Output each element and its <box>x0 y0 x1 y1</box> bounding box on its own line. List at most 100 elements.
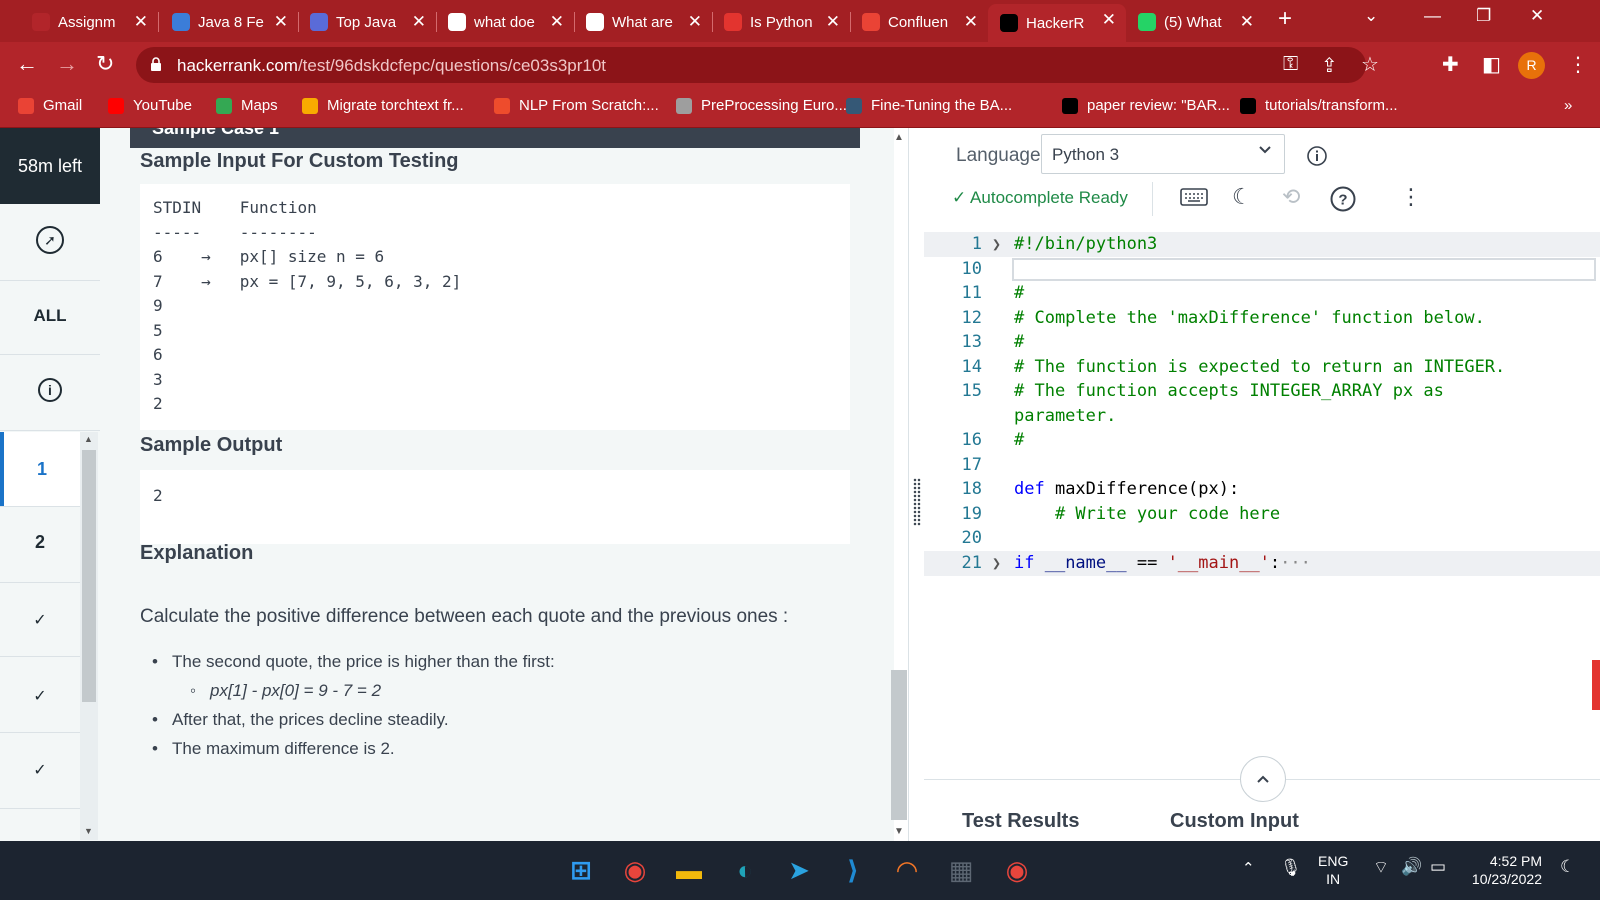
code-line[interactable]: 12 # Complete the 'maxDifference' functio… <box>924 306 1600 331</box>
forward-icon[interactable]: → <box>56 51 78 77</box>
notifications-icon[interactable]: ☾ <box>1560 857 1575 877</box>
fold-chevron-icon[interactable]: ❯ <box>992 232 1001 257</box>
jupyter-icon[interactable]: ◠ <box>890 853 924 887</box>
close-window-button[interactable]: ✕ <box>1530 6 1544 26</box>
close-tab-icon[interactable]: ✕ <box>412 12 426 32</box>
close-tab-icon[interactable]: ✕ <box>688 12 702 32</box>
back-icon[interactable]: ← <box>16 51 38 77</box>
code-area[interactable]: 1 ❯ #!/bin/python3 10 11 #12 # Complete the 'm… <box>924 232 1600 622</box>
tab-1[interactable]: Java 8 Fe ✕ <box>160 6 298 38</box>
bookmark-item[interactable]: Migrate torchtext fr... <box>302 97 464 114</box>
wifi-icon[interactable]: ⌔ <box>1373 857 1389 878</box>
more-options-icon[interactable]: ⋮ <box>1400 184 1422 210</box>
info-icon[interactable]: i <box>0 378 100 402</box>
code-line[interactable]: 15 # The function accepts INTEGER_ARRAY p… <box>924 379 1600 404</box>
bookmark-item[interactable]: Gmail <box>18 97 82 114</box>
tab-4[interactable]: What are ✕ <box>574 6 712 38</box>
code-line[interactable]: 14 # The function is expected to return a… <box>924 355 1600 380</box>
bookmark-item[interactable]: YouTube <box>108 97 192 114</box>
close-tab-icon[interactable]: ✕ <box>964 12 978 32</box>
question-2-link[interactable]: 2 <box>0 532 80 553</box>
tab-5[interactable]: Is Python ✕ <box>712 6 850 38</box>
code-line[interactable]: parameter. <box>924 404 1600 429</box>
close-tab-icon[interactable]: ✕ <box>826 12 840 32</box>
scroll-up-arrow-icon[interactable]: ▲ <box>894 132 904 143</box>
tab-6[interactable]: Confluen ✕ <box>850 6 988 38</box>
close-tab-icon[interactable]: ✕ <box>1240 12 1254 32</box>
address-bar[interactable]: hackerrank.com/test/96dskdcfepc/question… <box>136 47 1379 83</box>
question-1-link[interactable]: 1 <box>0 432 80 506</box>
code-line[interactable]: 18 def maxDifference(px): <box>924 477 1600 502</box>
tab-0[interactable]: Assignm ✕ <box>20 6 158 38</box>
autocomplete-status[interactable]: ✓ Autocomplete Ready <box>952 188 1128 208</box>
close-tab-icon[interactable]: ✕ <box>134 12 148 32</box>
question-5-check-icon[interactable]: ✓ <box>0 760 80 780</box>
code-line[interactable]: 19 # Write your code here <box>924 502 1600 527</box>
scroll-up-arrow-icon[interactable]: ▲ <box>84 434 93 444</box>
sample-case-header[interactable]: Sample Case 1 <box>130 128 860 148</box>
more-bookmarks-button[interactable]: » <box>1564 97 1572 114</box>
all-questions-link[interactable]: ALL <box>0 306 100 326</box>
bookmark-item[interactable]: NLP From Scratch:... <box>494 97 659 114</box>
code-line[interactable]: 16 # <box>924 428 1600 453</box>
question-nav-scroll-thumb[interactable] <box>82 450 96 702</box>
tab-search-icon[interactable]: ⌄ <box>1364 6 1378 26</box>
input-language-indicator[interactable]: ENG IN <box>1318 852 1348 888</box>
windows-start-icon[interactable]: ⊞ <box>564 853 598 887</box>
microphone-icon[interactable]: 🎙 <box>1280 858 1302 878</box>
telegram-icon[interactable]: ➤ <box>782 853 816 887</box>
keyboard-icon[interactable] <box>1180 188 1208 206</box>
bookmark-star-icon[interactable]: ☆ <box>1361 52 1379 77</box>
profile-avatar[interactable]: R <box>1518 52 1545 79</box>
chrome-icon[interactable]: ◉ <box>618 853 652 887</box>
restore-button[interactable]: ❐ <box>1476 6 1491 26</box>
close-tab-icon[interactable]: ✕ <box>1102 10 1116 30</box>
history-icon[interactable]: ⟲ <box>1282 184 1300 210</box>
question-4-check-icon[interactable]: ✓ <box>0 686 80 706</box>
edge-icon[interactable]: ◐ <box>728 853 762 887</box>
code-line[interactable]: 1 ❯ #!/bin/python3 <box>924 232 1600 257</box>
extensions-icon[interactable]: ✚ <box>1442 52 1459 77</box>
key-icon[interactable]: ⚿ <box>1283 53 1298 76</box>
volume-icon[interactable]: 🔊 <box>1401 857 1422 877</box>
info-icon[interactable] <box>1306 145 1328 167</box>
chrome-profile-icon[interactable]: ◉ <box>1000 853 1034 887</box>
code-line[interactable]: 17 <box>924 453 1600 478</box>
calculator-icon[interactable]: ▦ <box>944 853 978 887</box>
scroll-down-arrow-icon[interactable]: ▼ <box>84 826 93 836</box>
tab-2[interactable]: Top Java ✕ <box>298 6 436 38</box>
folded-ellipsis[interactable]: ··· <box>1280 553 1311 573</box>
bookmark-item[interactable]: Maps <box>216 97 278 114</box>
code-line[interactable]: 11 # <box>924 281 1600 306</box>
bookmark-item[interactable]: PreProcessing Euro... <box>676 97 847 114</box>
clock[interactable]: 4:52 PM 10/23/2022 <box>1468 852 1542 888</box>
compass-icon[interactable]: ➚ <box>0 226 100 254</box>
language-select[interactable]: Python 3 <box>1041 134 1285 174</box>
problem-scroll-thumb[interactable] <box>891 670 907 820</box>
menu-kebab-icon[interactable]: ⋮ <box>1568 52 1588 77</box>
new-tab-button[interactable]: + <box>1278 5 1292 33</box>
bookmark-item[interactable]: tutorials/transform... <box>1240 97 1398 114</box>
side-panel-icon[interactable]: ◧ <box>1482 52 1501 77</box>
drag-grip-icon[interactable] <box>913 478 921 526</box>
pane-resize-handle[interactable] <box>908 128 924 841</box>
file-explorer-icon[interactable]: ▬ <box>672 853 706 887</box>
bookmark-item[interactable]: paper review: "BAR... <box>1062 97 1230 114</box>
close-tab-icon[interactable]: ✕ <box>274 12 288 32</box>
dark-mode-icon[interactable]: ☾ <box>1232 184 1252 210</box>
tab-8[interactable]: (5) What ✕ <box>1126 6 1264 38</box>
expand-panel-button[interactable] <box>1240 756 1286 802</box>
minimize-button[interactable]: — <box>1424 6 1441 26</box>
reload-icon[interactable]: ↻ <box>96 51 114 77</box>
share-icon[interactable]: ⇪ <box>1321 53 1338 78</box>
code-line[interactable]: 13 # <box>924 330 1600 355</box>
vscode-icon[interactable]: ⟩ <box>836 853 870 887</box>
tab-test-results[interactable]: Test Results <box>962 810 1079 833</box>
code-line[interactable]: 20 <box>924 526 1600 551</box>
tab-7[interactable]: HackerR ✕ <box>988 4 1126 42</box>
question-3-check-icon[interactable]: ✓ <box>0 610 80 630</box>
tab-custom-input[interactable]: Custom Input <box>1170 810 1299 833</box>
code-line[interactable]: 10 <box>924 257 1600 282</box>
help-icon[interactable]: ? <box>1330 186 1356 212</box>
tray-overflow-chevron-icon[interactable]: ⌃ <box>1242 859 1255 877</box>
